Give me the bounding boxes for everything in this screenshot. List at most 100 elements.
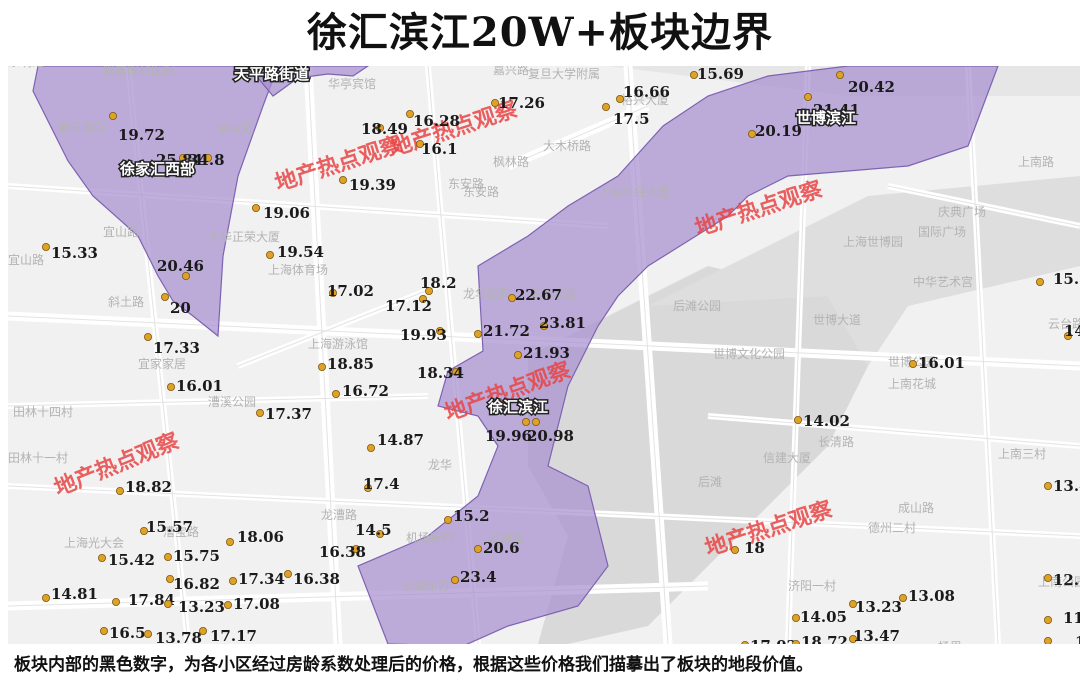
price-marker[interactable]: 18.82 [116,478,172,496]
price-dot[interactable] [42,242,51,251]
price-dot[interactable] [109,112,118,121]
price-marker[interactable]: 21.72 [473,322,530,340]
price-marker[interactable]: 19.54 [265,243,324,261]
price-marker[interactable]: 16.1 [415,140,458,158]
price-marker[interactable]: 13.78 [143,629,202,644]
price-dot[interactable] [836,71,845,79]
price-dot[interactable] [909,359,918,368]
price-marker[interactable]: 15.69 [690,66,744,83]
price-dot[interactable] [163,600,172,609]
price-marker[interactable]: 17.12 [385,294,432,315]
price-dot[interactable] [1036,277,1045,286]
price-dot[interactable] [366,443,375,452]
price-marker[interactable]: 17.37 [255,405,312,423]
price-marker[interactable]: 16.01 [166,377,223,395]
map-area[interactable]: 附属眼科医院 嘉兴路 复旦大学附属 裕兴大厦 城开国际 徐家汇 大木桥路 枫林路 东安路 上海外经… [8,66,1080,644]
price-marker[interactable]: 15.42 [98,551,155,569]
price-dot[interactable] [223,601,232,610]
price-marker[interactable]: 17.34 [228,570,285,588]
price-dot[interactable] [112,598,121,607]
price-dot[interactable] [160,292,169,301]
price-dot[interactable] [1044,481,1053,490]
price-marker[interactable]: 16.66 [616,83,670,103]
price-dot[interactable] [1044,573,1053,582]
price-marker[interactable]: 14.87 [366,431,424,452]
price-marker[interactable]: 18.85 [317,355,374,373]
price-marker[interactable]: 13.47 [849,627,900,644]
price-dot[interactable] [532,417,541,426]
price-marker[interactable]: 14.5 [355,521,392,539]
price-dot[interactable] [198,627,207,636]
price-dot[interactable] [602,103,611,112]
price-marker[interactable]: 14.81 [42,585,98,603]
price-marker[interactable]: 18.34 [417,364,464,382]
price-dot[interactable] [522,417,531,426]
price-dot[interactable] [42,594,51,603]
price-marker[interactable]: 15.2 [443,507,490,525]
price-dot[interactable] [804,92,813,101]
price-marker[interactable]: 17.33 [143,332,200,357]
price-dot[interactable] [143,630,152,639]
price-marker[interactable]: 15.57 [139,518,193,536]
price-marker[interactable]: 17.17 [198,627,257,644]
price-dot[interactable] [1044,637,1052,644]
price-dot[interactable] [473,329,482,338]
price-dot[interactable] [255,408,264,417]
price-marker[interactable]: 16.38 [283,569,340,588]
price-dot[interactable] [331,389,340,398]
price-dot[interactable] [731,545,740,554]
price-marker[interactable]: 17.02 [741,637,797,644]
price-dot[interactable] [116,486,125,495]
price-label: 16.1 [421,140,458,158]
price-marker[interactable]: 17.08 [223,595,280,613]
price-marker[interactable]: 18.49 [361,120,408,138]
price-marker[interactable]: 19.93 [400,326,447,344]
price-marker[interactable]: 21.93 [513,344,570,362]
price-marker[interactable]: 17.02 [327,282,374,300]
price-dot[interactable] [794,415,803,424]
price-dot[interactable] [338,176,347,185]
price-dot[interactable] [228,576,237,585]
price-dot[interactable] [251,203,260,212]
price-marker[interactable]: 18.72 [792,633,848,644]
price-marker[interactable]: 19.39 [338,176,396,194]
price-marker[interactable]: 18.06 [225,528,284,546]
price-dot[interactable] [98,553,107,562]
price-marker[interactable]: 15.33 [42,242,98,262]
price-dot[interactable] [443,515,452,524]
price-marker[interactable]: 16.01 [909,354,965,372]
price-marker[interactable]: 22.67 [507,286,562,304]
price-marker[interactable]: 16.38 [319,543,366,561]
price-marker[interactable]: 14.02 [794,412,850,430]
price-marker[interactable]: 18.2 [420,274,457,295]
price-dot[interactable] [513,350,522,359]
price-dot[interactable] [450,575,459,584]
price-dot[interactable] [265,250,274,259]
price-dot[interactable] [225,537,234,546]
price-marker[interactable]: 23.81 [539,314,586,332]
price-dot[interactable] [473,544,482,553]
price-dot[interactable] [100,627,109,636]
price-marker[interactable]: 14.05 [792,608,847,626]
price-marker[interactable]: 16.28 [405,110,460,130]
price-marker[interactable]: 14 [1064,322,1080,340]
price-dot[interactable] [143,332,152,341]
price-marker[interactable]: 13.08 [899,587,955,605]
price-marker[interactable]: 19.06 [251,203,310,222]
price-marker[interactable]: 11.5 [1044,609,1080,627]
price-dot[interactable] [283,569,292,578]
price-marker[interactable]: 11 [1044,633,1080,644]
price-marker[interactable]: 17.26 [490,94,545,112]
price-dot[interactable] [317,362,326,371]
price-marker[interactable]: 13.4 [1044,477,1080,495]
price-dot[interactable] [792,614,801,623]
price-marker[interactable]: 16.5 [100,624,146,642]
price-marker[interactable]: 15.75 [163,547,220,565]
price-marker[interactable]: 13.23 [849,598,902,616]
price-dot[interactable] [1044,616,1053,625]
price-marker[interactable]: 20.19 [748,122,802,140]
price-dot[interactable] [163,552,172,561]
price-dot[interactable] [166,382,175,391]
price-marker[interactable]: 17.4 [363,475,400,493]
map-canvas[interactable]: 附属眼科医院 嘉兴路复旦大学附属裕兴大厦城开国际 徐家汇大木桥路枫林路东安路 上海外经… [8,66,1080,644]
